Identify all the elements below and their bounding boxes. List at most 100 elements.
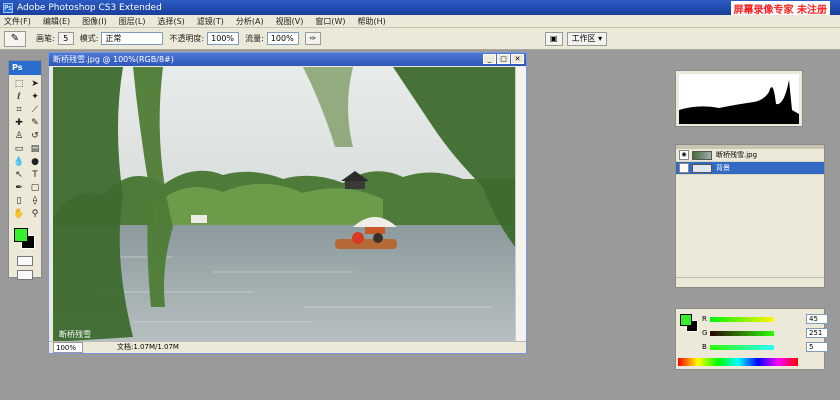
- blue-slider[interactable]: B 5: [702, 341, 828, 353]
- layer-name: 断桥残雪.jpg: [716, 151, 758, 159]
- eyedropper-tool-icon[interactable]: ⟠: [28, 196, 42, 207]
- menu-image[interactable]: 图像(I): [82, 16, 107, 27]
- color-spectrum-bar[interactable]: [678, 358, 798, 366]
- app-title: Adobe Photoshop CS3 Extended: [17, 2, 162, 13]
- tool-preset-picker[interactable]: ✎: [4, 30, 26, 47]
- layer-thumbnail: [692, 163, 712, 173]
- brush-label: 画笔:: [36, 34, 55, 43]
- menu-filter[interactable]: 滤镜(T): [197, 16, 224, 27]
- layer-name: 背景: [716, 164, 730, 172]
- photoshop-app-icon: Ps: [3, 2, 13, 13]
- color-swatches: [12, 228, 38, 252]
- visibility-eye-icon[interactable]: ◉: [679, 150, 689, 160]
- menu-file[interactable]: 文件(F): [4, 16, 31, 27]
- magic-wand-tool-icon[interactable]: ✦: [28, 92, 42, 103]
- document-window-controls: _ □ ✕: [483, 54, 524, 64]
- mode-select[interactable]: 正常: [101, 32, 164, 45]
- healing-brush-tool-icon[interactable]: ✚: [12, 118, 26, 129]
- shape-tool-icon[interactable]: ▢: [28, 183, 42, 194]
- slice-tool-icon[interactable]: ⟋: [28, 105, 42, 116]
- airbrush-icon: ✑: [309, 34, 317, 43]
- pen-tool-icon[interactable]: ✒: [12, 183, 26, 194]
- opacity-input[interactable]: 100%: [207, 32, 240, 45]
- move-tool-icon[interactable]: ➤: [28, 79, 42, 90]
- minimize-button[interactable]: _: [483, 54, 496, 64]
- document-window: 断桥残雪.jpg @ 100%(RGB/8#) _ □ ✕ 断桥残雪 100% …: [48, 52, 527, 354]
- tool-grid: ⬚ ➤ ℓ ✦ ⌗ ⟋ ✚ ✎ ♙ ↺ ▭ ▤ 💧 ● ↖ T ✒ ▢ ▯ ⟠ …: [9, 75, 41, 224]
- document-vertical-scrollbar[interactable]: [515, 67, 526, 342]
- histogram-graph: [679, 74, 799, 124]
- opacity-label: 不透明度:: [169, 34, 205, 43]
- brush-size-picker[interactable]: 5: [57, 32, 74, 45]
- green-slider-track[interactable]: [710, 330, 774, 336]
- histogram-panel: [675, 70, 803, 127]
- brush-icon: ✎: [10, 33, 20, 44]
- document-titlebar: 断桥残雪.jpg @ 100%(RGB/8#) _ □ ✕: [49, 53, 526, 66]
- path-selection-tool-icon[interactable]: ↖: [12, 170, 26, 181]
- layers-panel-footer: [676, 277, 824, 287]
- image-canvas[interactable]: 断桥残雪: [53, 67, 515, 342]
- clone-stamp-tool-icon[interactable]: ♙: [12, 131, 26, 142]
- flow-input[interactable]: 100%: [266, 32, 299, 45]
- blue-value-input[interactable]: 5: [806, 342, 828, 352]
- menu-analysis[interactable]: 分析(A): [236, 16, 264, 27]
- marquee-tool-icon[interactable]: ⬚: [12, 79, 26, 90]
- gradient-tool-icon[interactable]: ▤: [28, 144, 42, 155]
- screen-mode-toggle[interactable]: [17, 270, 33, 280]
- document-title: 断桥残雪.jpg @ 100%(RGB/8#): [53, 55, 174, 64]
- panel-icon: ▣: [550, 34, 558, 43]
- visibility-eye-icon[interactable]: ◉: [679, 163, 689, 173]
- palette-well-button[interactable]: ▣: [545, 32, 563, 46]
- hand-tool-icon[interactable]: ✋: [12, 209, 26, 220]
- menu-edit[interactable]: 编辑(E): [43, 16, 70, 27]
- zoom-tool-icon[interactable]: ⚲: [28, 209, 42, 220]
- color-panel-foreground-swatch[interactable]: [680, 314, 692, 326]
- crop-tool-icon[interactable]: ⌗: [12, 105, 26, 116]
- options-bar: ✎ 画笔: 5 模式: 正常 不透明度: 100% 流量: 100% ✑ ▣ 工…: [0, 28, 840, 50]
- lasso-tool-icon[interactable]: ℓ: [12, 92, 26, 103]
- menu-view[interactable]: 视图(V): [276, 16, 304, 27]
- flow-label: 流量:: [245, 34, 264, 43]
- type-tool-icon[interactable]: T: [28, 170, 42, 181]
- quick-mask-toggle[interactable]: [17, 256, 33, 266]
- menu-help[interactable]: 帮助(H): [358, 16, 386, 27]
- app-titlebar: Ps Adobe Photoshop CS3 Extended 屏幕录像专家 未…: [0, 0, 840, 16]
- green-value-input[interactable]: 251: [806, 328, 828, 338]
- svg-text:断桥残雪: 断桥残雪: [59, 329, 91, 339]
- lake-willow-photo: 断桥残雪: [53, 67, 515, 342]
- mode-label: 模式:: [79, 34, 99, 43]
- workspace-controls: ▣ 工作区 ▾: [545, 32, 608, 46]
- notes-tool-icon[interactable]: ▯: [12, 196, 26, 207]
- blue-slider-track[interactable]: [710, 344, 774, 350]
- dodge-tool-icon[interactable]: ●: [28, 157, 42, 168]
- layer-row-photo[interactable]: ◉ 断桥残雪.jpg: [676, 149, 824, 162]
- layer-row-background[interactable]: ◉ 背景: [676, 162, 824, 175]
- document-size-info: 文档:1.07M/1.07M: [117, 343, 179, 351]
- brush-tool-icon[interactable]: ✎: [28, 118, 42, 129]
- green-slider[interactable]: G 251: [702, 327, 828, 339]
- foreground-color-swatch[interactable]: [14, 228, 28, 242]
- airbrush-toggle[interactable]: ✑: [304, 32, 321, 45]
- menu-select[interactable]: 选择(S): [157, 16, 184, 27]
- close-button[interactable]: ✕: [511, 54, 524, 64]
- zoom-level-field[interactable]: 100%: [53, 342, 83, 353]
- history-brush-tool-icon[interactable]: ↺: [28, 131, 42, 142]
- workspace-menu[interactable]: 工作区 ▾: [566, 32, 608, 46]
- maximize-button[interactable]: □: [497, 54, 510, 64]
- red-slider-track[interactable]: [710, 316, 774, 322]
- recorder-watermark: 屏幕录像专家 未注册: [730, 1, 830, 16]
- menu-bar: 文件(F) 编辑(E) 图像(I) 图层(L) 选择(S) 滤镜(T) 分析(A…: [0, 15, 840, 28]
- toolbox-header: Ps: [9, 61, 41, 75]
- blur-tool-icon[interactable]: 💧: [12, 157, 26, 168]
- blue-channel-label: B: [702, 343, 707, 351]
- menu-layer[interactable]: 图层(L): [119, 16, 146, 27]
- document-status-bar: 100% 文档:1.07M/1.07M: [49, 341, 526, 353]
- layer-thumbnail: [692, 150, 712, 160]
- red-channel-label: R: [702, 315, 707, 323]
- eraser-tool-icon[interactable]: ▭: [12, 144, 26, 155]
- menu-window[interactable]: 窗口(W): [315, 16, 345, 27]
- layers-panel: ◉ 断桥残雪.jpg ◉ 背景: [675, 144, 825, 288]
- toolbox: Ps ⬚ ➤ ℓ ✦ ⌗ ⟋ ✚ ✎ ♙ ↺ ▭ ▤ 💧 ● ↖ T ✒ ▢ ▯…: [8, 60, 42, 280]
- red-value-input[interactable]: 45: [806, 314, 828, 324]
- red-slider[interactable]: R 45: [702, 313, 828, 325]
